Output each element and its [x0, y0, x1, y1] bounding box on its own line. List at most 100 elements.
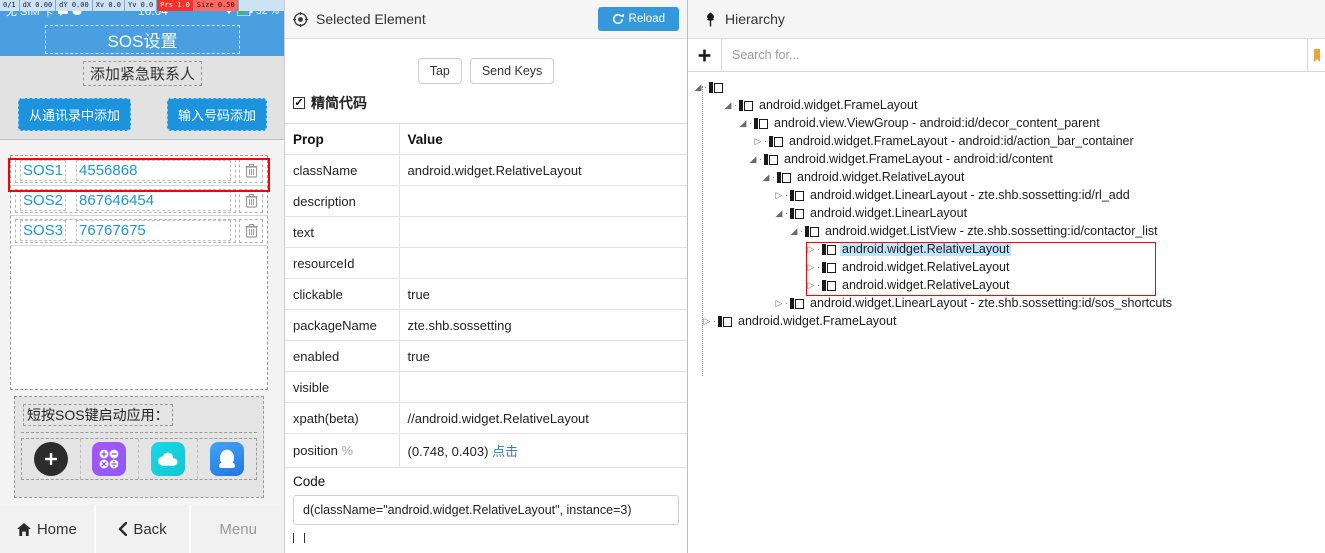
device-navbar: Home Back Menu: [0, 505, 284, 553]
target-icon: [293, 11, 308, 27]
tree-icon: [706, 12, 715, 26]
tree-node[interactable]: ◢ · android.view.ViewGroup - android:id/d…: [688, 114, 1325, 132]
code-section-label: Code: [285, 467, 687, 491]
tap-button[interactable]: Tap: [417, 58, 462, 84]
widget-node-icon: [822, 279, 836, 291]
widget-node-icon: [790, 189, 804, 201]
tree-node-selected[interactable]: ▷ · android.widget.RelativeLayout: [688, 240, 1325, 258]
col-header-prop: Prop: [285, 123, 400, 155]
hierarchy-search-row: [688, 39, 1325, 72]
prop-name: position %: [285, 433, 400, 467]
twisty-expanded-icon[interactable]: ◢: [737, 118, 749, 129]
search-input[interactable]: [722, 39, 1307, 71]
nav-menu-button[interactable]: Menu: [189, 505, 284, 553]
tree-node[interactable]: ▷ · android.widget.RelativeLayout: [688, 276, 1325, 294]
contact-number[interactable]: 76767675: [76, 220, 231, 241]
code-snippet[interactable]: d(className="android.widget.RelativeLayo…: [293, 495, 679, 525]
contact-row[interactable]: SOS2 867646454: [11, 186, 267, 216]
tree-node[interactable]: ◢ · android.widget.FrameLayout - android:…: [688, 150, 1325, 168]
table-row: resourceId: [285, 247, 687, 279]
hierarchy-tree[interactable]: ◢ · ◢ · android.widget.FrameLayout ◢ · andr…: [688, 72, 1325, 376]
shortcut-slot[interactable]: [22, 439, 81, 479]
inspector-pane: Selected Element Reload Tap Send Keys ✓ …: [285, 0, 688, 553]
widget-node-icon: [718, 315, 732, 327]
prop-value: (0.748, 0.403) 点击: [399, 433, 687, 467]
bottom-checkbox[interactable]: [293, 533, 305, 543]
col-header-value: Value: [399, 123, 687, 155]
tree-node[interactable]: ◢ · android.widget.FrameLayout: [688, 96, 1325, 114]
contact-fields[interactable]: SOS2 867646454: [15, 188, 236, 213]
twisty-collapsed-icon[interactable]: ▷: [773, 190, 785, 201]
tree-node[interactable]: ▷ · android.widget.LinearLayout - zte.shb…: [688, 294, 1325, 312]
add-shortcut-icon[interactable]: [33, 442, 68, 476]
add-from-contacts-button[interactable]: 从通讯录中添加: [17, 98, 131, 131]
partial-bottom-row[interactable]: [293, 533, 679, 543]
debug-seg-prs: Prs 1.0: [157, 0, 194, 11]
twisty-expanded-icon[interactable]: ◢: [722, 100, 734, 111]
widget-node-icon: [764, 153, 778, 165]
shortcut-slot[interactable]: [198, 439, 257, 479]
tree-node[interactable]: ▷ · android.widget.LinearLayout - zte.shb…: [688, 186, 1325, 204]
app-title-bar: SOS设置: [0, 22, 284, 56]
contact-number[interactable]: 867646454: [76, 190, 231, 211]
device-mirror-pane[interactable]: 无 SIM 卡 16:04 32 % SOS设置 添加紧急联系人 从通讯录中添加: [0, 0, 285, 553]
add-node-button[interactable]: [688, 39, 722, 71]
delete-contact-button[interactable]: [239, 188, 263, 213]
nav-back-button[interactable]: Back: [93, 505, 190, 553]
twisty-expanded-icon[interactable]: ◢: [747, 154, 759, 165]
twisty-expanded-icon[interactable]: ◢: [760, 172, 772, 183]
tree-node-label: android.widget.RelativeLayout: [797, 170, 965, 184]
twisty-expanded-icon[interactable]: ◢: [788, 226, 800, 237]
device-screen[interactable]: 无 SIM 卡 16:04 32 % SOS设置 添加紧急联系人 从通讯录中添加: [0, 0, 284, 505]
contact-row[interactable]: SOS1 4556868: [11, 156, 267, 186]
twisty-collapsed-icon[interactable]: ▷: [805, 280, 817, 291]
search-options-icon[interactable]: [1307, 39, 1325, 71]
tree-node[interactable]: ◢ · android.widget.LinearLayout: [688, 204, 1325, 222]
shortcut-slot[interactable]: [139, 439, 198, 479]
simplify-code-row[interactable]: ✓ 精简代码: [285, 89, 687, 123]
simplify-label: 精简代码: [311, 95, 367, 111]
tree-node[interactable]: ◢ · android.widget.ListView - zte.shb.sos…: [688, 222, 1325, 240]
twisty-expanded-icon[interactable]: ◢: [692, 82, 704, 93]
send-keys-button[interactable]: Send Keys: [469, 58, 555, 84]
tree-node-label: android.widget.RelativeLayout: [840, 242, 1012, 256]
table-header-row: Prop Value: [285, 123, 687, 155]
twisty-collapsed-icon[interactable]: ▷: [805, 262, 817, 273]
property-table: Prop Value className android.widget.Relat…: [285, 123, 687, 467]
qq-icon[interactable]: [209, 442, 244, 476]
twisty-collapsed-icon[interactable]: ▷: [805, 244, 817, 255]
tree-node-label: android.widget.LinearLayout: [810, 206, 968, 220]
twisty-expanded-icon[interactable]: ◢: [773, 208, 785, 219]
tree-node[interactable]: ▷ · android.widget.FrameLayout - android:…: [688, 132, 1325, 150]
delete-contact-button[interactable]: [239, 158, 263, 183]
nav-home-button[interactable]: Home: [0, 505, 94, 553]
percent-symbol: %: [341, 443, 353, 458]
contact-fields[interactable]: SOS3 76767675: [15, 218, 236, 243]
shortcut-slot[interactable]: [81, 439, 139, 479]
tree-node[interactable]: ▷ · android.widget.FrameLayout: [688, 312, 1325, 330]
delete-contact-button[interactable]: [239, 218, 263, 243]
twisty-collapsed-icon[interactable]: ▷: [701, 316, 713, 327]
table-row: clickable true: [285, 278, 687, 310]
twisty-collapsed-icon[interactable]: ▷: [773, 298, 785, 309]
table-row: description: [285, 185, 687, 217]
twisty-collapsed-icon[interactable]: ▷: [752, 136, 764, 147]
app-title: SOS设置: [44, 24, 241, 54]
tree-node[interactable]: ▷ · android.widget.RelativeLayout: [688, 258, 1325, 276]
tree-node[interactable]: ◢ · android.widget.RelativeLayout: [688, 168, 1325, 186]
calculator-icon[interactable]: [92, 442, 127, 476]
contact-fields[interactable]: SOS1 4556868: [15, 158, 236, 183]
reload-button[interactable]: Reload: [597, 7, 679, 31]
section-heading: 添加紧急联系人: [0, 56, 284, 90]
simplify-checkbox[interactable]: ✓: [293, 97, 305, 109]
prop-value: zte.shb.sossetting: [399, 309, 687, 341]
contact-number[interactable]: 4556868: [76, 160, 231, 181]
contact-list: SOS1 4556868 SOS2 867646454 SOS3 7676767…: [10, 155, 268, 390]
cloud-icon[interactable]: [150, 442, 185, 476]
tree-node[interactable]: ◢ ·: [688, 78, 1325, 96]
tree-node-label: android.widget.LinearLayout - zte.shb.so…: [810, 296, 1173, 310]
tap-position-link[interactable]: 点击: [492, 444, 518, 459]
contact-row[interactable]: SOS3 76767675: [11, 216, 267, 246]
tree-node-label: android.widget.FrameLayout - android:id/…: [789, 134, 1134, 148]
add-by-number-button[interactable]: 输入号码添加: [166, 98, 267, 131]
